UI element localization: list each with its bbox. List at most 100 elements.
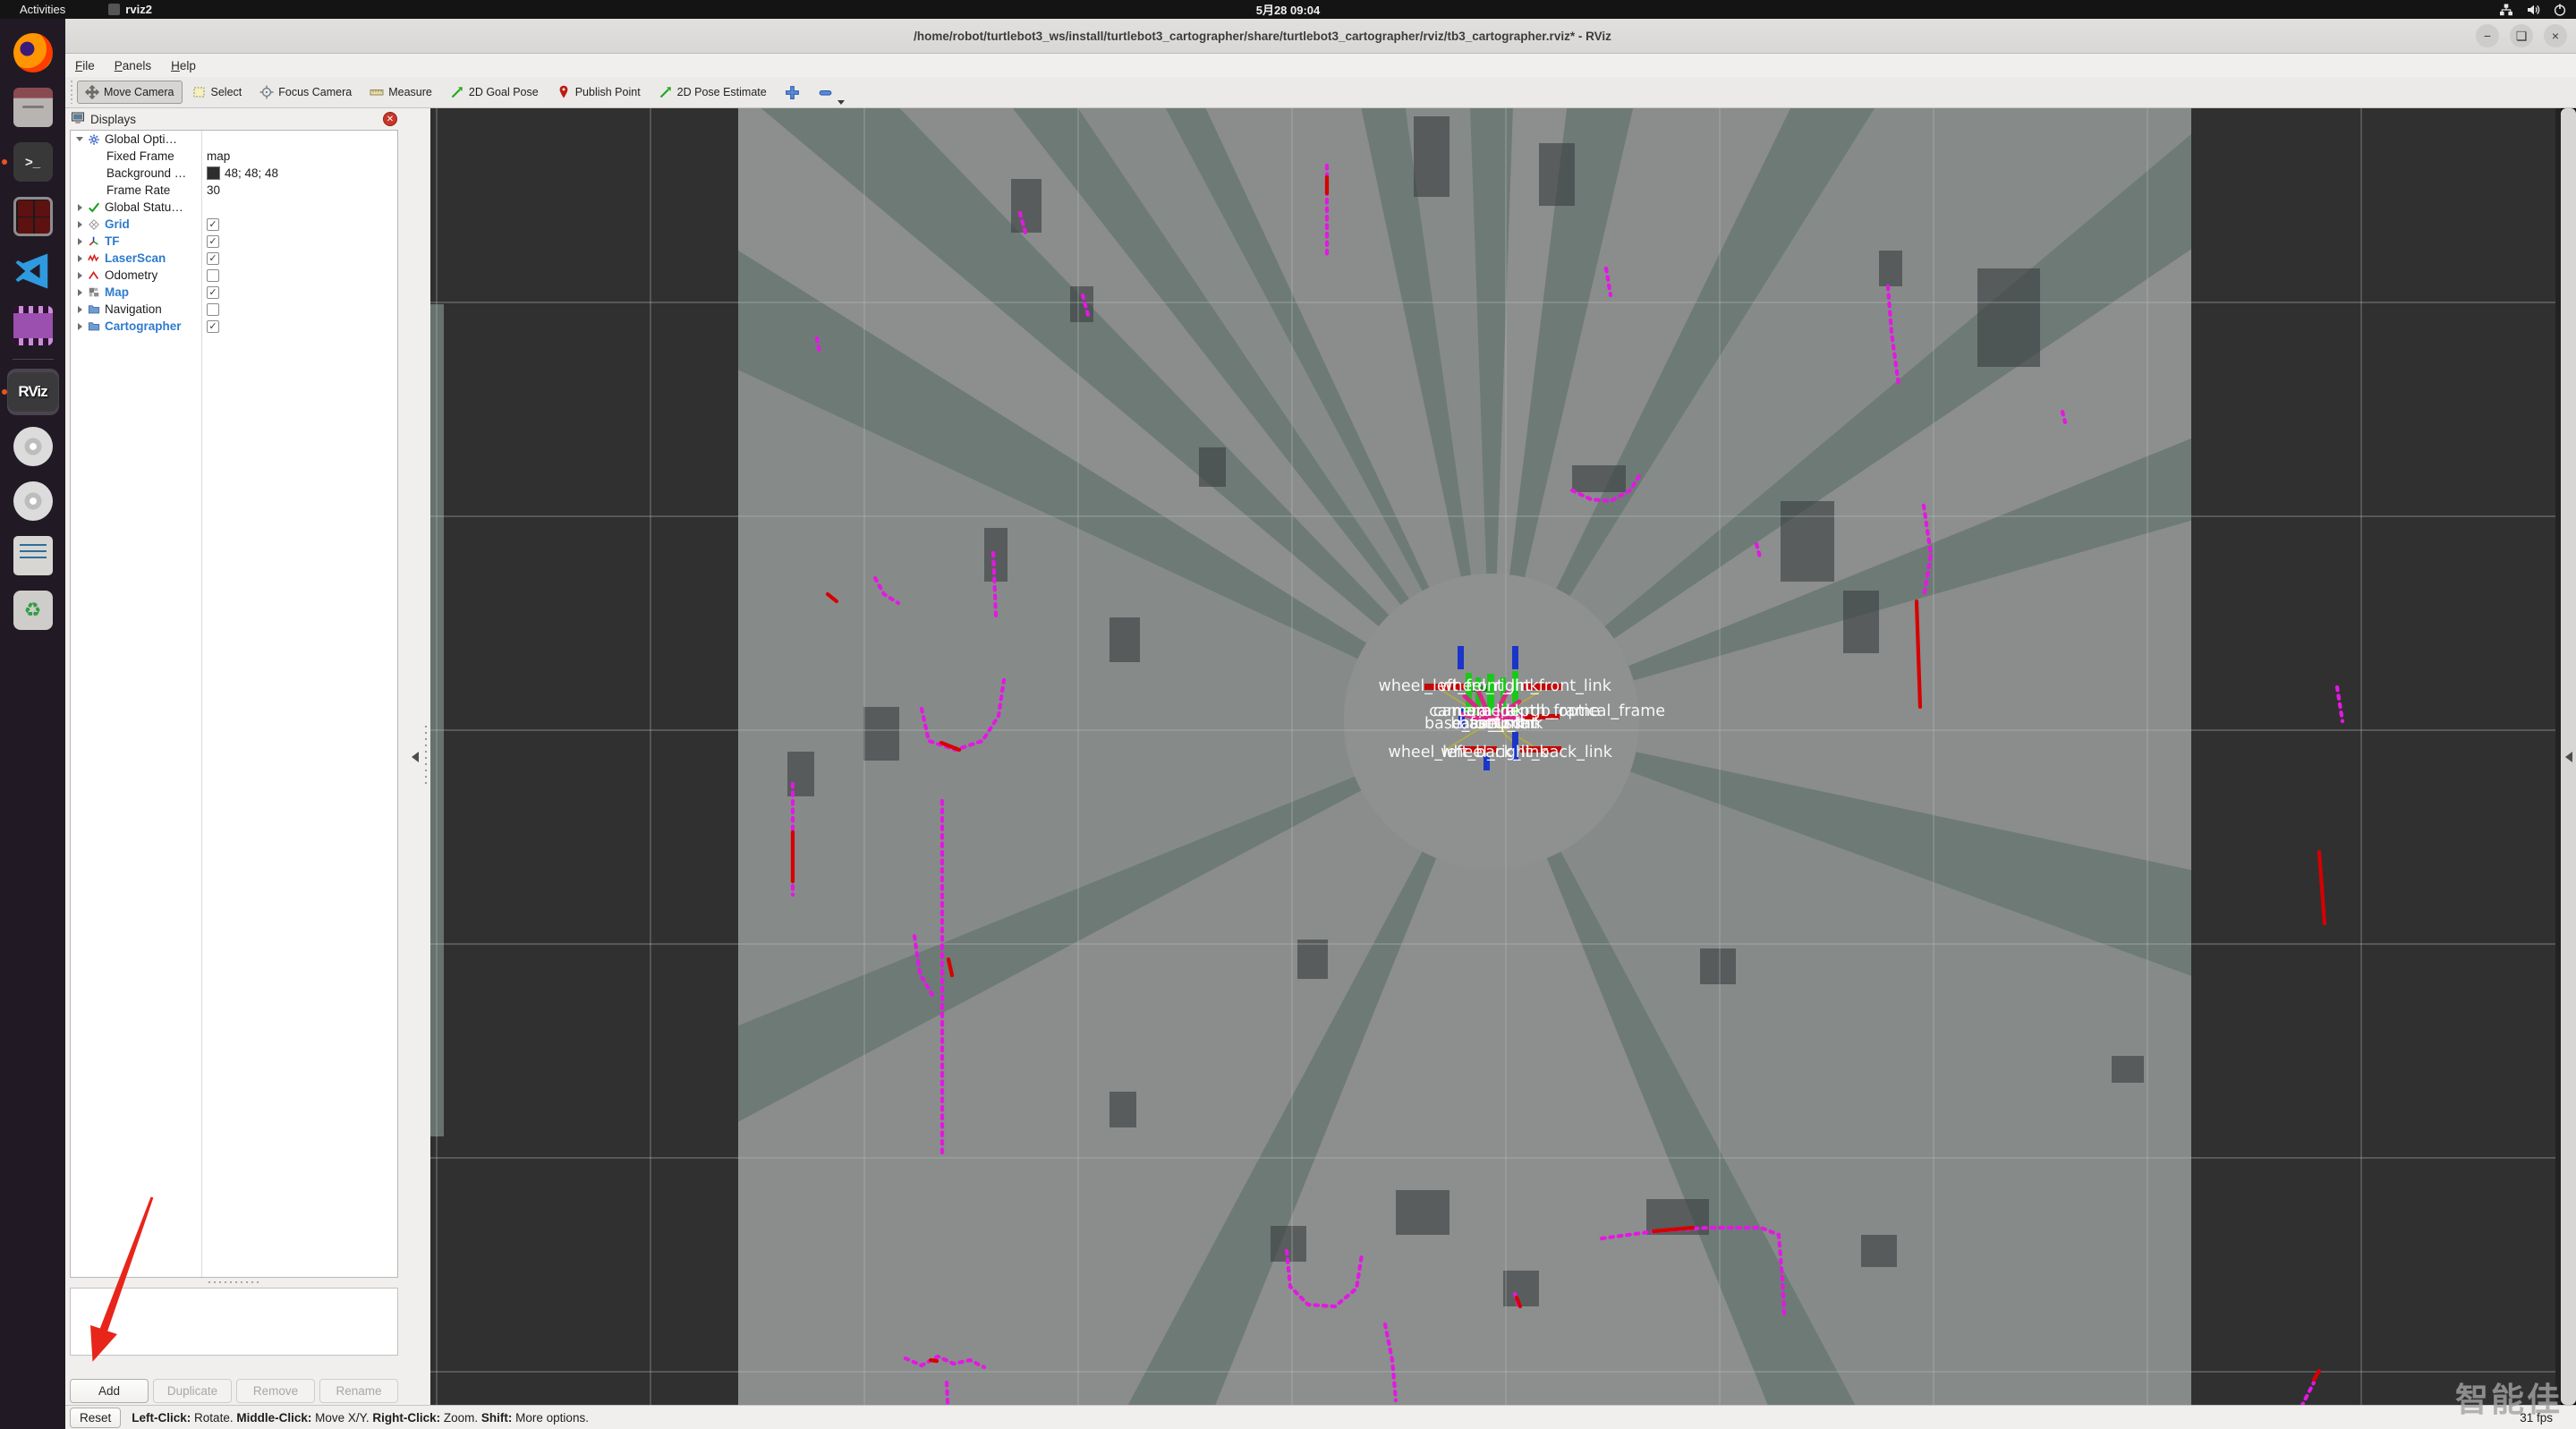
enabled-checkbox[interactable]: ✓	[207, 285, 219, 299]
tree-row-odometry[interactable]: Odometry	[71, 267, 397, 284]
right-splitter-strip[interactable]	[2561, 108, 2576, 1405]
tree-row-tf[interactable]: TF ✓	[71, 233, 397, 250]
volume-icon[interactable]	[2526, 3, 2540, 17]
dock-item-rviz[interactable]: RViz	[1, 369, 59, 415]
tree-row-value	[207, 302, 219, 316]
displays-panel-header[interactable]: Displays ✕	[65, 108, 403, 130]
dock-item-firefox[interactable]	[7, 30, 59, 76]
panel-splitter-handle[interactable]	[208, 1280, 262, 1285]
network-icon[interactable]	[2499, 3, 2513, 17]
toolbar-plus-button[interactable]	[777, 81, 808, 105]
trash-icon: ♻	[13, 591, 53, 630]
system-tray[interactable]	[2499, 3, 2567, 17]
expander-icon[interactable]	[75, 322, 84, 330]
focus-camera-icon	[259, 85, 274, 99]
power-icon[interactable]	[2553, 3, 2567, 17]
tree-row-map[interactable]: Map ✓	[71, 284, 397, 301]
mouse-help-text: Left-Click: Rotate. Middle-Click: Move X…	[132, 1410, 589, 1425]
expander-icon[interactable]	[75, 137, 84, 141]
activities-button[interactable]: Activities	[13, 3, 72, 16]
toolbar-button-label: Focus Camera	[278, 86, 353, 98]
tree-row-cartographer[interactable]: Cartographer ✓	[71, 318, 397, 335]
tree-row-navigation[interactable]: Navigation	[71, 301, 397, 318]
dock-item-terminator[interactable]	[7, 193, 59, 240]
dock-item-trash[interactable]: ♻	[7, 587, 59, 634]
tree-row-value: ✓	[207, 319, 219, 333]
expander-icon[interactable]	[75, 203, 84, 211]
add-button[interactable]: Add	[70, 1379, 149, 1403]
enabled-checkbox[interactable]: ✓	[207, 251, 219, 265]
displays-panel: Displays ✕ Global Opti… Fixed Frame map Bac…	[65, 108, 403, 1405]
tree-row-laserscan[interactable]: LaserScan ✓	[71, 250, 397, 267]
dock-item-disc-burner-2[interactable]	[7, 478, 59, 524]
pin-icon	[557, 85, 571, 99]
left-splitter-strip[interactable]	[403, 108, 430, 1405]
dock-separator	[12, 359, 54, 360]
restore-button[interactable]: ❏	[2510, 24, 2533, 47]
dock-item-files[interactable]	[7, 84, 59, 131]
render-viewport[interactable]: wheel_left_front_link wheel_right_front_l…	[430, 108, 2555, 1405]
property-value[interactable]: 30	[207, 183, 220, 197]
tree-row-label: Navigation	[105, 302, 162, 316]
menu-file[interactable]: File	[65, 54, 105, 77]
tree-row-background[interactable]: Background … 48; 48; 48	[71, 165, 397, 182]
expander-icon[interactable]	[75, 220, 84, 228]
enabled-checkbox[interactable]: ✓	[207, 217, 219, 231]
reset-button[interactable]: Reset	[70, 1407, 122, 1428]
rviz-icon: RViz	[7, 372, 58, 412]
collapse-right-panel-icon[interactable]	[2565, 752, 2572, 762]
dock-item-terminal[interactable]: >_	[1, 139, 59, 185]
toolbar-select-button[interactable]: Select	[184, 81, 251, 104]
color-swatch[interactable]	[207, 166, 220, 180]
toolbar-drag-handle[interactable]	[68, 81, 75, 104]
tree-row-grid[interactable]: Grid ✓	[71, 216, 397, 233]
dock-item-vscode[interactable]	[7, 248, 59, 294]
duplicate-button: Duplicate	[153, 1379, 232, 1403]
enabled-checkbox[interactable]	[207, 302, 219, 316]
rviz-window-icon	[108, 4, 121, 15]
expander-icon[interactable]	[75, 237, 84, 245]
menu-panels[interactable]: Panels	[105, 54, 161, 77]
dock-item-disc-burner-1[interactable]	[7, 423, 59, 470]
expander-icon[interactable]	[75, 288, 84, 296]
expander-icon[interactable]	[75, 254, 84, 262]
clock[interactable]: 5月28 09:04	[1256, 1, 1321, 18]
property-value[interactable]: map	[207, 149, 230, 163]
tree-row-fixed-frame[interactable]: Fixed Frame map	[71, 148, 397, 165]
enabled-checkbox[interactable]: ✓	[207, 234, 219, 248]
panel-close-button[interactable]: ✕	[383, 112, 397, 126]
firefox-icon	[13, 33, 53, 72]
toolbar-2d-goal-pose-button[interactable]: 2D Goal Pose	[442, 81, 547, 104]
toolbar-overflow-caret[interactable]	[837, 100, 845, 105]
system-top-bar: Activities rviz2 5月28 09:04	[0, 0, 2576, 19]
dock-item-archive-manager[interactable]	[7, 532, 59, 579]
collapse-left-panel-icon[interactable]	[412, 752, 419, 762]
splitter-dots	[425, 726, 427, 788]
minimize-button[interactable]: −	[2476, 24, 2499, 47]
toolbar-publish-point-button[interactable]: Publish Point	[548, 81, 649, 104]
menu-bar: FilePanelsHelp	[65, 54, 2576, 77]
toolbar-minus-button[interactable]	[810, 81, 841, 105]
select-icon	[192, 85, 207, 99]
remove-button: Remove	[236, 1379, 315, 1403]
enabled-checkbox[interactable]	[207, 268, 219, 282]
toolbar-measure-button[interactable]: Measure	[361, 81, 440, 104]
expander-icon[interactable]	[75, 271, 84, 279]
displays-panel-title: Displays	[90, 112, 137, 126]
window-titlebar[interactable]: /home/robot/turtlebot3_ws/install/turtle…	[65, 19, 2576, 54]
toolbar-2d-pose-estimate-button[interactable]: 2D Pose Estimate	[650, 81, 775, 104]
focused-app-indicator[interactable]: rviz2	[108, 3, 152, 16]
menu-help[interactable]: Help	[161, 54, 206, 77]
tree-row-global-opti[interactable]: Global Opti…	[71, 131, 397, 148]
tree-row-global-statu[interactable]: Global Statu…	[71, 199, 397, 216]
tree-row-frame-rate[interactable]: Frame Rate 30	[71, 182, 397, 199]
toolbar-focus-camera-button[interactable]: Focus Camera	[251, 81, 360, 104]
close-button[interactable]: ×	[2544, 24, 2567, 47]
dock-item-media-player[interactable]	[7, 302, 59, 349]
enabled-checkbox[interactable]: ✓	[207, 319, 219, 333]
check-icon	[87, 201, 101, 214]
expander-icon[interactable]	[75, 305, 84, 313]
folder-icon	[87, 320, 101, 333]
toolbar-move-camera-button[interactable]: Move Camera	[77, 81, 183, 104]
property-value[interactable]: 48; 48; 48	[225, 166, 278, 180]
